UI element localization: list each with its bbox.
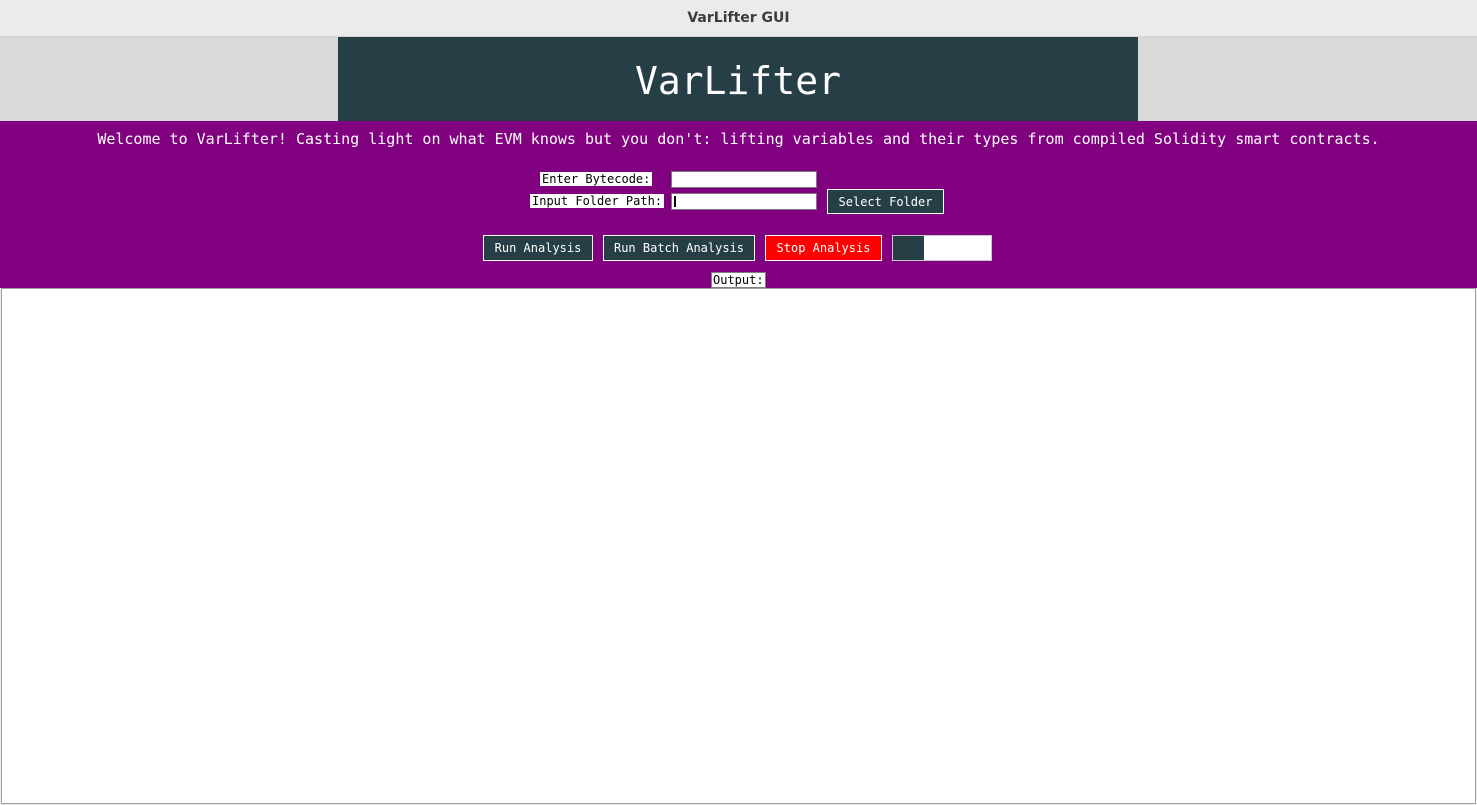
output-textarea[interactable] bbox=[1, 288, 1476, 804]
logo-banner: VarLifter bbox=[338, 37, 1138, 121]
progress-bar bbox=[892, 235, 992, 261]
run-analysis-button[interactable]: Run Analysis bbox=[483, 235, 593, 261]
run-batch-analysis-button[interactable]: Run Batch Analysis bbox=[603, 235, 755, 261]
folder-path-input[interactable] bbox=[671, 193, 817, 210]
progress-fill bbox=[893, 236, 925, 260]
text-cursor bbox=[674, 196, 676, 207]
welcome-message: Welcome to VarLifter! Casting light on w… bbox=[97, 130, 1380, 148]
window-title: VarLifter GUI bbox=[687, 10, 790, 26]
stop-analysis-button[interactable]: Stop Analysis bbox=[765, 235, 882, 261]
output-label: Output: bbox=[711, 272, 766, 288]
bytecode-label: Enter Bytecode: bbox=[540, 172, 653, 186]
bytecode-input[interactable] bbox=[671, 171, 817, 188]
select-folder-button[interactable]: Select Folder bbox=[827, 189, 944, 214]
window-titlebar: VarLifter GUI bbox=[0, 0, 1477, 37]
logo-text: VarLifter bbox=[635, 59, 841, 103]
folder-path-label: Input Folder Path: bbox=[530, 194, 665, 208]
